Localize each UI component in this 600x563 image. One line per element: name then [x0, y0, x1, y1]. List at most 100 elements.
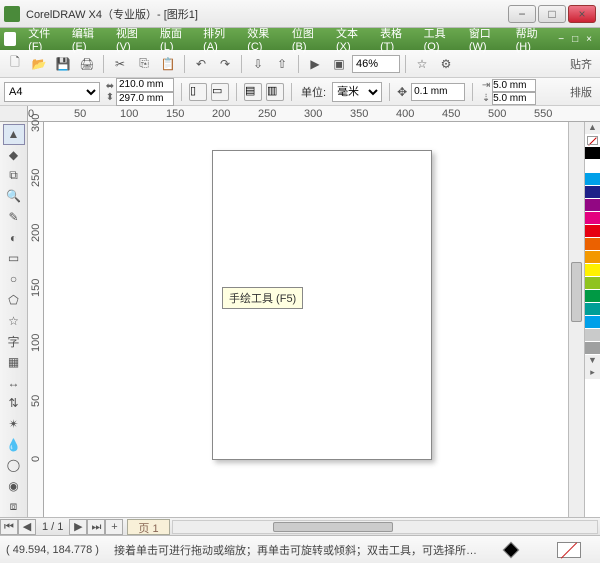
allpages-button[interactable]: ▤ [244, 83, 262, 101]
color-swatch[interactable] [585, 238, 600, 251]
ruler-vertical[interactable]: 300250200150100500 [28, 122, 44, 517]
pick-tool[interactable]: ▲ [3, 124, 25, 145]
basicshapes-tool[interactable]: ☆ [3, 310, 25, 331]
cut-button[interactable]: ✂ [109, 53, 131, 75]
snap-button[interactable]: ☆ [411, 53, 433, 75]
fill-tool[interactable]: ◉ [3, 476, 25, 497]
effects-tool[interactable]: ✴ [3, 414, 25, 435]
mdi-close-button[interactable]: × [582, 34, 596, 45]
close-button[interactable]: × [568, 5, 596, 23]
color-swatch[interactable] [585, 147, 600, 160]
color-swatch[interactable] [585, 225, 600, 238]
menu-table[interactable]: 表格(T) [374, 25, 418, 53]
color-swatch[interactable] [585, 342, 600, 355]
menu-layout[interactable]: 版面(L) [154, 25, 197, 53]
copy-button[interactable]: ⎘ [133, 53, 155, 75]
zoom-tool[interactable]: 🔍 [3, 186, 25, 207]
color-swatch[interactable] [585, 290, 600, 303]
table-tool[interactable]: ▦ [3, 352, 25, 373]
unit-combo[interactable]: 毫米 [332, 82, 382, 102]
menu-effects[interactable]: 效果(C) [241, 25, 286, 53]
open-button[interactable]: 📂 [28, 53, 50, 75]
color-swatch[interactable] [585, 212, 600, 225]
dimension-tool[interactable]: ↔ [3, 372, 25, 393]
paper-size-combo[interactable]: A4 [4, 82, 100, 102]
text-tool[interactable]: 字 [3, 331, 25, 352]
menu-tools[interactable]: 工具(O) [418, 25, 463, 53]
mdi-minimize-button[interactable]: − [554, 34, 568, 45]
page-width-input[interactable] [116, 78, 174, 92]
palette-up-button[interactable]: ▲ [585, 122, 600, 134]
palette-flyout-button[interactable]: ▸ [585, 367, 600, 379]
outline-preview[interactable] [486, 545, 536, 555]
duplicate-y-input[interactable] [492, 92, 536, 105]
scrollbar-thumb[interactable] [571, 262, 582, 322]
ellipse-tool[interactable]: ○ [3, 269, 25, 290]
color-swatch[interactable] [585, 186, 600, 199]
launcher-button[interactable]: ▶ [304, 53, 326, 75]
menu-view[interactable]: 视图(V) [110, 25, 154, 53]
menu-edit[interactable]: 编辑(E) [66, 25, 110, 53]
vertical-scrollbar[interactable] [568, 122, 584, 517]
rectangle-tool[interactable]: ▭ [3, 248, 25, 269]
menu-text[interactable]: 文本(X) [330, 25, 374, 53]
page-tab[interactable]: 页 1 [127, 519, 169, 535]
palette-down-button[interactable]: ▼ [585, 355, 600, 367]
drawing-canvas[interactable]: 手绘工具 (F5) [44, 122, 568, 517]
import-button[interactable]: ⇩ [247, 53, 269, 75]
save-button[interactable]: 💾 [52, 53, 74, 75]
nudge-input[interactable] [411, 83, 465, 101]
zoom-combo[interactable] [352, 55, 400, 73]
currentpage-button[interactable]: ▥ [266, 83, 284, 101]
interactivefill-tool[interactable]: ⧈ [3, 496, 25, 517]
export-button[interactable]: ⇧ [271, 53, 293, 75]
horizontal-scrollbar[interactable] [172, 520, 598, 534]
new-button[interactable]: 🗋 [4, 53, 26, 75]
minimize-button[interactable]: − [508, 5, 536, 23]
outline-tool[interactable]: ◯ [3, 455, 25, 476]
color-swatch[interactable] [585, 199, 600, 212]
color-swatch[interactable] [585, 329, 600, 342]
ruler-origin[interactable] [0, 106, 28, 122]
crop-tool[interactable]: ⧉ [3, 165, 25, 186]
landscape-button[interactable]: ▭ [211, 83, 229, 101]
color-swatch[interactable] [585, 316, 600, 329]
swatch-none[interactable] [585, 134, 600, 147]
ruler-horizontal[interactable]: 050100150200250300350400450500550 [0, 106, 600, 122]
menu-window[interactable]: 窗口(W) [463, 25, 510, 53]
last-page-button[interactable]: ⏭ [87, 519, 105, 535]
redo-button[interactable]: ↷ [214, 53, 236, 75]
layout-label[interactable]: 排版 [566, 84, 596, 100]
paste-button[interactable]: 📋 [157, 53, 179, 75]
mdi-restore-button[interactable]: □ [568, 34, 582, 45]
print-button[interactable]: 🖨 [76, 53, 98, 75]
color-swatch[interactable] [585, 160, 600, 173]
options-button[interactable]: ⚙ [435, 53, 457, 75]
connector-tool[interactable]: ⇅ [3, 393, 25, 414]
prev-page-button[interactable]: ◀ [18, 519, 36, 535]
color-swatch[interactable] [585, 251, 600, 264]
smartfill-tool[interactable]: ◐ [3, 227, 25, 248]
color-swatch[interactable] [585, 173, 600, 186]
duplicate-x-input[interactable] [492, 79, 536, 92]
fill-preview[interactable] [544, 543, 594, 557]
scrollbar-thumb[interactable] [273, 522, 393, 532]
polygon-tool[interactable]: ⬠ [3, 290, 25, 311]
snap-label[interactable]: 贴齐 [566, 56, 596, 72]
portrait-button[interactable]: ▯ [189, 83, 207, 101]
shape-tool[interactable]: ◆ [3, 145, 25, 166]
freehand-tool[interactable]: ✎ [3, 207, 25, 228]
color-swatch[interactable] [585, 277, 600, 290]
menu-file[interactable]: 文件(F) [22, 25, 66, 53]
page-height-input[interactable] [116, 92, 174, 106]
welcome-button[interactable]: ▣ [328, 53, 350, 75]
menu-help[interactable]: 帮助(H) [510, 25, 555, 53]
color-swatch[interactable] [585, 303, 600, 316]
undo-button[interactable]: ↶ [190, 53, 212, 75]
eyedropper-tool[interactable]: 💧 [3, 434, 25, 455]
add-page-button[interactable]: + [105, 519, 123, 535]
maximize-button[interactable]: □ [538, 5, 566, 23]
next-page-button[interactable]: ▶ [69, 519, 87, 535]
menu-bitmaps[interactable]: 位图(B) [286, 25, 330, 53]
color-swatch[interactable] [585, 264, 600, 277]
